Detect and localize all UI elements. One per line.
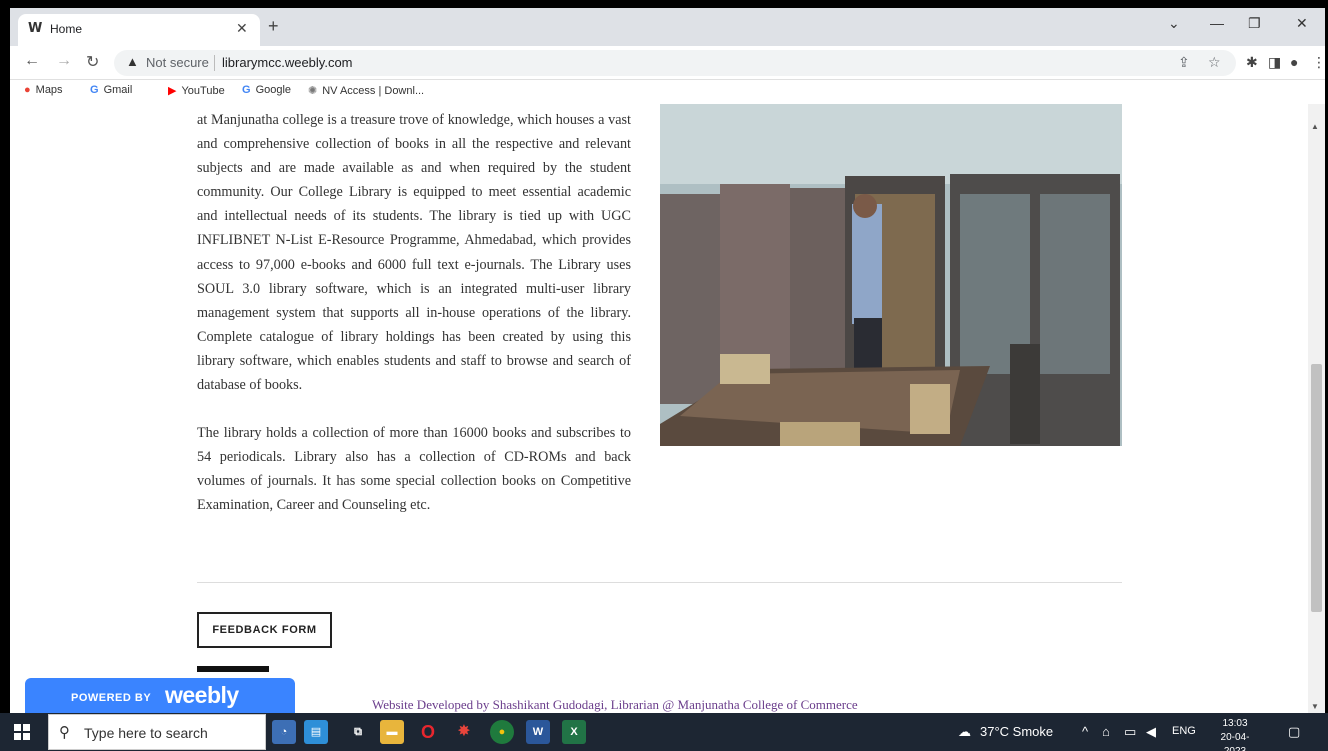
page-content: at Manjunatha college is a treasure trov… <box>10 104 1308 713</box>
youtube-icon: ▶ <box>168 85 177 97</box>
chevron-down-icon[interactable]: ⌄ <box>1168 15 1180 32</box>
language-indicator[interactable]: ENG <box>1172 725 1196 737</box>
notification-icon[interactable]: ▢ <box>1288 724 1300 740</box>
toolbar: ← → ↻ ▲ Not secure librarymcc.weebly.com… <box>10 46 1325 80</box>
network-icon[interactable]: ⌂ <box>1102 724 1110 739</box>
bookmarks-bar: ● Maps G Gmail ▶ YouTube G Google ✺ NV Access… <box>10 80 1325 104</box>
footer-credit: Website Developed by Shashikant Gudodagi… <box>372 697 858 712</box>
bookmark-google[interactable]: G Google <box>242 84 291 96</box>
security-label[interactable]: Not secure <box>146 55 209 70</box>
tab-home[interactable]: W Home ✕ <box>18 14 260 46</box>
paragraph-intro: at Manjunatha college is a treasure trov… <box>197 112 631 394</box>
tray-chevron-icon[interactable]: ^ <box>1082 724 1088 739</box>
address-bar[interactable]: ▲ Not secure librarymcc.weebly.com ⇪ ☆ <box>114 50 1236 76</box>
powered-by-weebly-badge[interactable]: POWERED BY weebly <box>25 678 295 713</box>
bookmark-maps[interactable]: ● Maps <box>24 84 63 96</box>
task-view-icon[interactable]: ⧉ <box>346 720 370 744</box>
feedback-form-button[interactable]: FEEDBACK FORM <box>197 612 332 648</box>
share-icon[interactable]: ⇪ <box>1178 54 1190 71</box>
bookmark-gmail[interactable]: G Gmail <box>90 84 132 96</box>
back-icon[interactable]: ← <box>24 52 40 70</box>
library-photo <box>660 104 1122 446</box>
warning-icon[interactable]: ▲ <box>126 54 139 69</box>
clock-app-icon[interactable]: ◔ <box>272 720 296 744</box>
nvaccess-icon: ✺ <box>308 85 318 97</box>
burst-app-icon[interactable]: ✸ <box>452 720 476 744</box>
window-close-icon[interactable]: ✕ <box>1296 15 1308 32</box>
weebly-favicon-icon: W <box>28 21 43 36</box>
library-description: at Manjunatha college is a treasure trov… <box>197 108 631 542</box>
file-explorer-icon[interactable]: ▬ <box>380 720 404 744</box>
windows-start-icon[interactable] <box>14 724 30 740</box>
google-g-icon: G <box>90 84 99 96</box>
browser-window: W Home ✕ + ⌄ — ❐ ✕ ← → ↻ ▲ Not secure li… <box>10 8 1325 713</box>
embed-bar <box>197 666 269 672</box>
reload-icon[interactable]: ↻ <box>86 52 99 72</box>
chrome-icon[interactable]: ● <box>490 720 514 744</box>
menu-icon[interactable]: ⋮ <box>1312 54 1325 71</box>
system-clock[interactable]: 13:03 20-04-2023 <box>1210 717 1260 751</box>
divider <box>214 55 215 71</box>
powered-by-label: POWERED BY <box>71 692 152 704</box>
page-scrollbar[interactable]: ▲ ▼ <box>1308 104 1325 713</box>
search-icon: ⚲ <box>59 724 70 741</box>
display-icon[interactable]: ▭ <box>1124 724 1136 740</box>
url-text[interactable]: librarymcc.weebly.com <box>222 55 353 70</box>
extensions-icon[interactable]: ✱ <box>1246 54 1258 71</box>
volume-muted-icon[interactable]: ◀ <box>1146 724 1156 740</box>
tab-title: Home <box>50 22 83 36</box>
forward-icon[interactable]: → <box>56 52 72 70</box>
excel-icon[interactable]: X <box>562 720 586 744</box>
google-g-icon: G <box>242 84 251 96</box>
tab-strip: W Home ✕ + ⌄ — ❐ ✕ <box>10 8 1325 46</box>
restore-icon[interactable]: ❐ <box>1248 15 1261 32</box>
weather-text[interactable]: 37°C Smoke <box>980 724 1053 739</box>
paragraph-collection: The library holds a collection of more t… <box>197 425 631 514</box>
minimize-icon[interactable]: — <box>1210 15 1224 31</box>
scrollbar-thumb[interactable] <box>1311 364 1322 612</box>
bookmark-youtube[interactable]: ▶ YouTube <box>168 84 225 97</box>
bookmark-nvaccess[interactable]: ✺ NV Access | Downl... <box>308 84 424 97</box>
screen-app-icon[interactable]: ▤ <box>304 720 328 744</box>
taskbar-search-box[interactable]: ⚲ Type here to search <box>48 714 266 750</box>
search-placeholder: Type here to search <box>84 725 208 741</box>
close-icon[interactable]: ✕ <box>236 20 248 37</box>
side-panel-icon[interactable]: ◨ <box>1268 54 1281 71</box>
weebly-logo: weebly <box>165 682 239 708</box>
scroll-up-icon[interactable]: ▲ <box>1311 122 1319 131</box>
windows-taskbar: ⚲ Type here to search ◔ ▤ ⧉ ▬ O ✸ ● W X … <box>0 713 1328 751</box>
clock-date: 20-04-2023 <box>1220 732 1250 751</box>
clock-time: 13:03 <box>1222 718 1248 729</box>
profile-icon[interactable]: ● <box>1290 54 1298 70</box>
scroll-down-icon[interactable]: ▼ <box>1311 702 1319 711</box>
word-icon[interactable]: W <box>526 720 550 744</box>
weather-icon[interactable]: ☁ <box>958 724 971 740</box>
new-tab-icon[interactable]: + <box>268 16 279 37</box>
star-icon[interactable]: ☆ <box>1208 54 1221 71</box>
section-divider <box>197 582 1122 583</box>
opera-icon[interactable]: O <box>416 720 440 744</box>
library-photo-illustration <box>660 104 1122 446</box>
maps-pin-icon: ● <box>24 84 31 96</box>
